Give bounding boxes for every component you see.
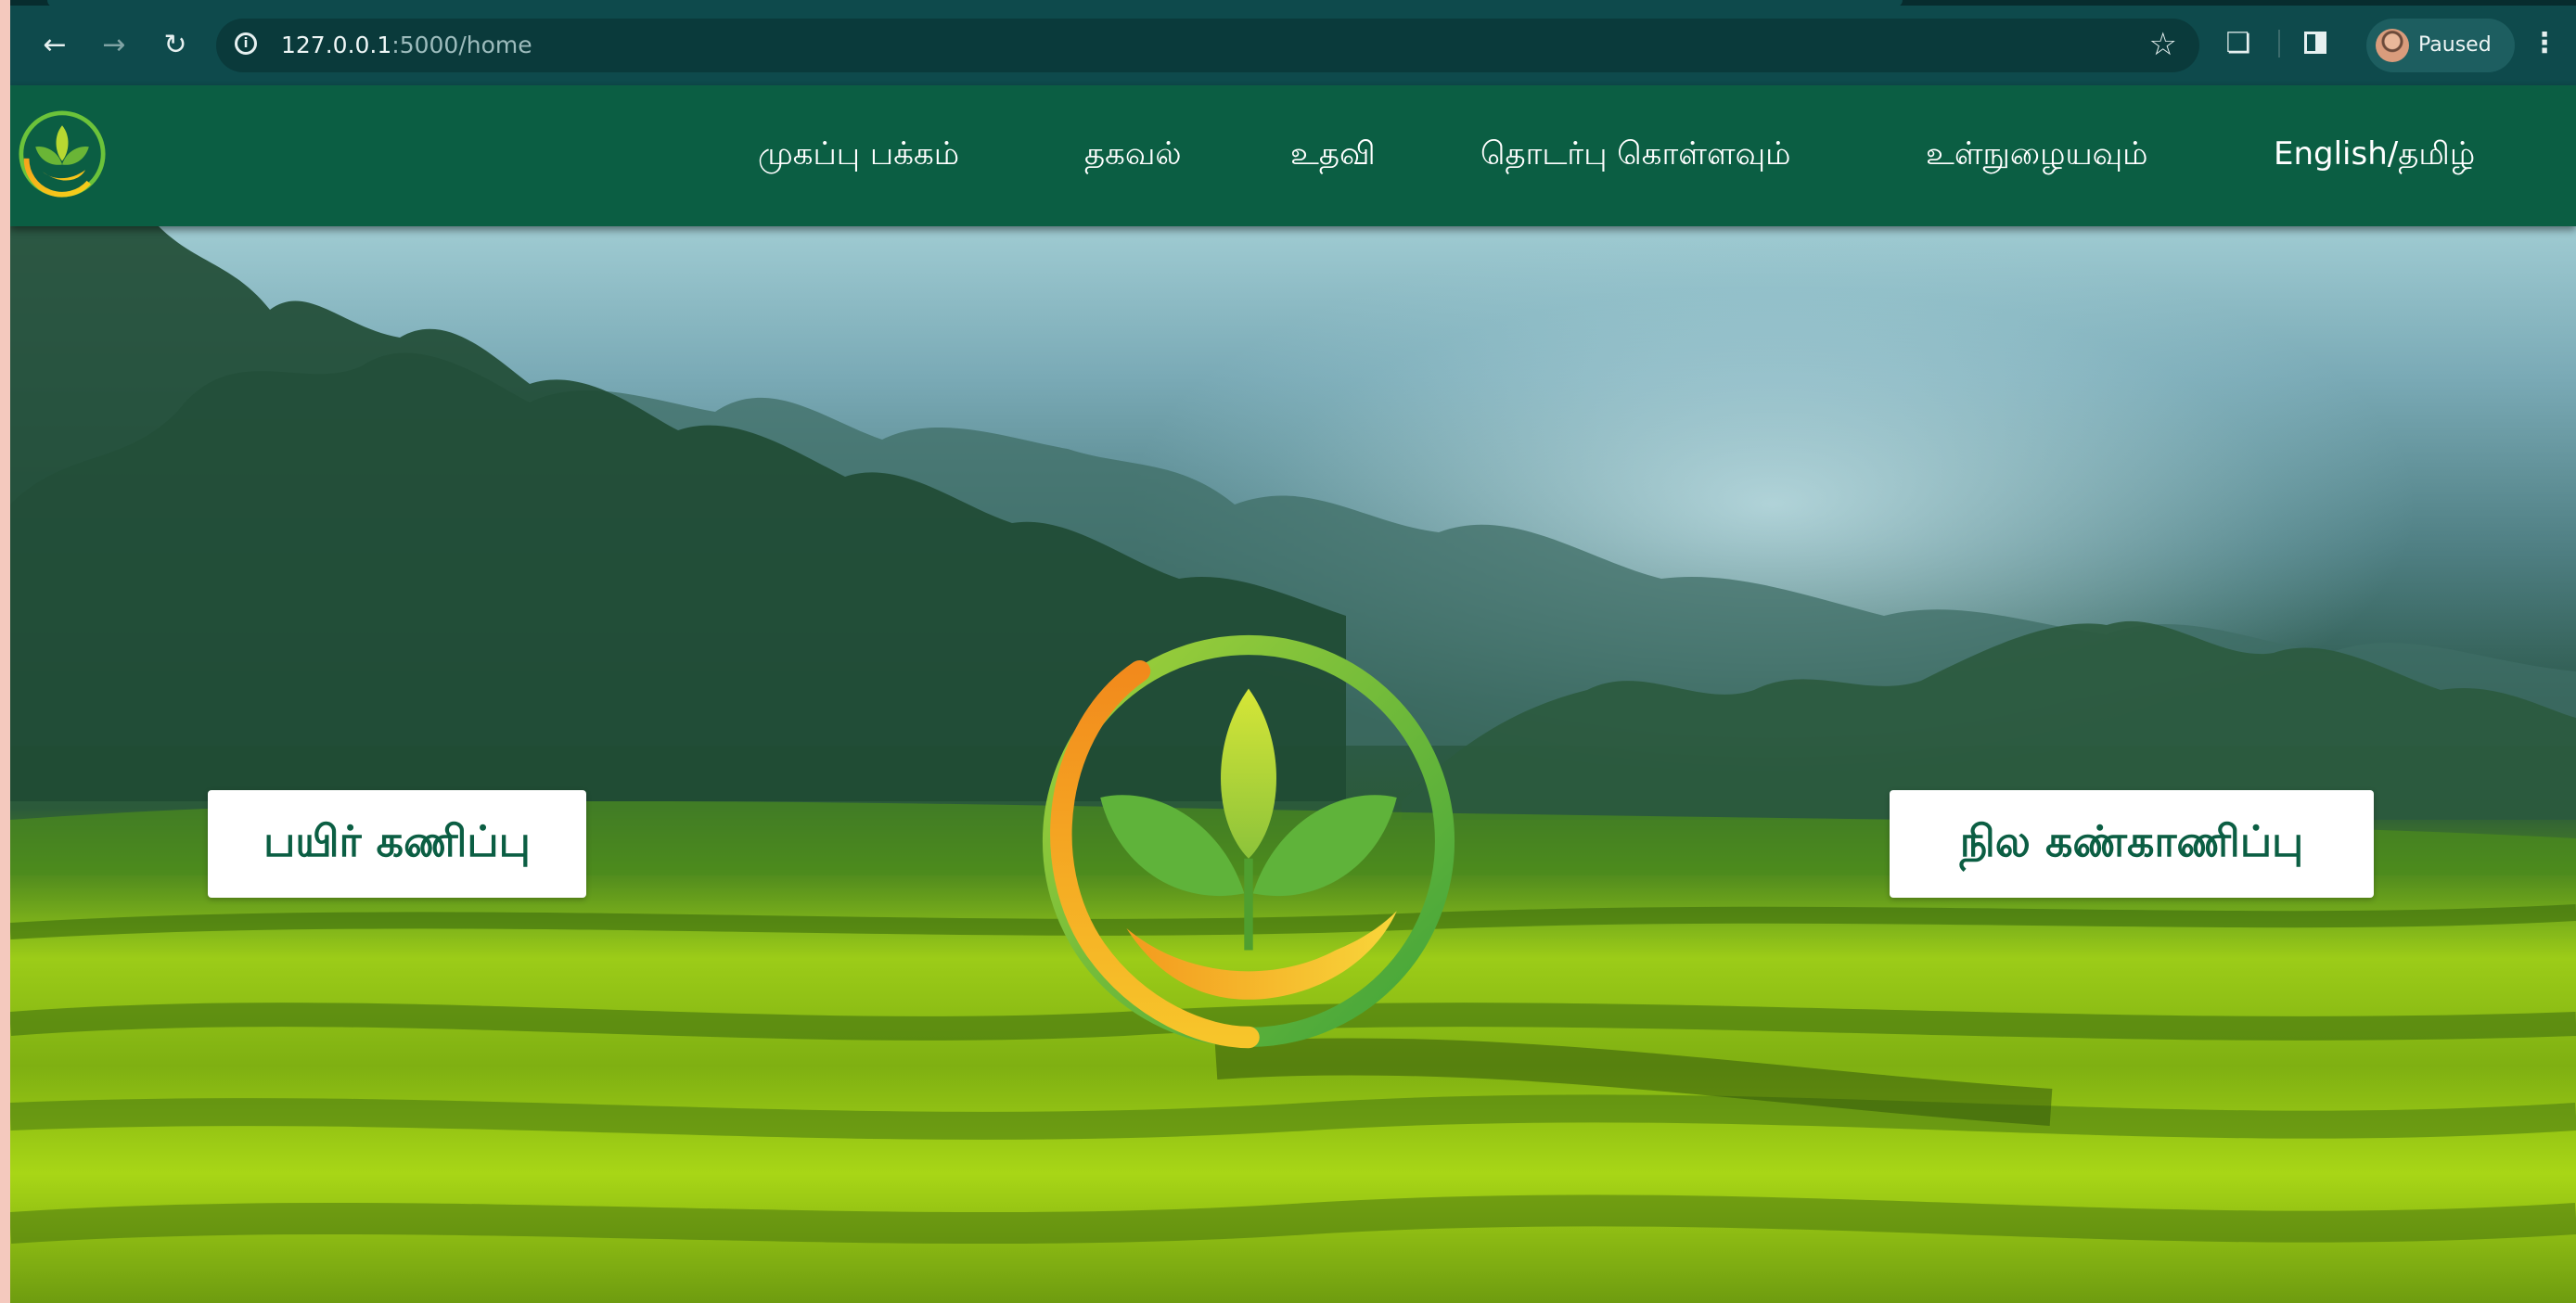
- avatar: [2376, 29, 2409, 62]
- center-logo-icon: [1042, 634, 1455, 1049]
- site-info-icon[interactable]: i: [235, 32, 257, 55]
- browser-window: ← → ↻ i 127.0.0.1:5000/home ☆ ❏ Paused ⋮: [10, 0, 2576, 1303]
- crop-prediction-button[interactable]: பயிர் கணிப்பு: [208, 790, 586, 898]
- browser-toolbar: ← → ↻ i 127.0.0.1:5000/home ☆ ❏ Paused ⋮: [10, 0, 2576, 85]
- land-monitoring-button[interactable]: நில கண்காணிப்பு: [1890, 790, 2374, 898]
- forward-arrow-icon[interactable]: →: [94, 24, 135, 65]
- address-bar[interactable]: i 127.0.0.1:5000/home ☆: [216, 19, 2199, 72]
- back-arrow-icon[interactable]: ←: [34, 24, 75, 65]
- bookmark-star-icon[interactable]: ☆: [2149, 26, 2177, 63]
- extensions-puzzle-icon[interactable]: ❏: [2218, 22, 2259, 63]
- url-host: 127.0.0.1: [281, 32, 392, 58]
- nav-contact[interactable]: தொடர்பு கொள்ளவும்: [1480, 134, 1791, 174]
- nav-home[interactable]: முகப்பு பக்கம்: [758, 134, 959, 174]
- profile-button[interactable]: Paused: [2366, 19, 2515, 72]
- site-header: முகப்பு பக்கம் தகவல் உதவி தொடர்பு கொள்ளவ…: [10, 85, 2576, 226]
- nav-language-toggle[interactable]: English/தமிழ்: [2274, 134, 2475, 174]
- url-text[interactable]: 127.0.0.1:5000/home: [281, 32, 532, 58]
- nav-help[interactable]: உதவி: [1290, 134, 1376, 174]
- toolbar-divider: [2278, 30, 2280, 57]
- side-panel-icon[interactable]: [2295, 22, 2336, 63]
- active-tab[interactable]: [47, 0, 1903, 7]
- site-logo-icon[interactable]: [18, 109, 107, 198]
- nav-login[interactable]: உள்நுழையவும்: [1926, 134, 2148, 174]
- reload-icon[interactable]: ↻: [155, 24, 196, 65]
- kebab-menu-icon[interactable]: ⋮: [2524, 22, 2565, 63]
- url-path: :5000/home: [391, 32, 532, 58]
- hero-banner: பயிர் கணிப்பு நில கண்காணிப்பு: [10, 226, 2576, 1303]
- profile-status: Paused: [2418, 33, 2492, 57]
- nav-info[interactable]: தகவல்: [1084, 134, 1182, 174]
